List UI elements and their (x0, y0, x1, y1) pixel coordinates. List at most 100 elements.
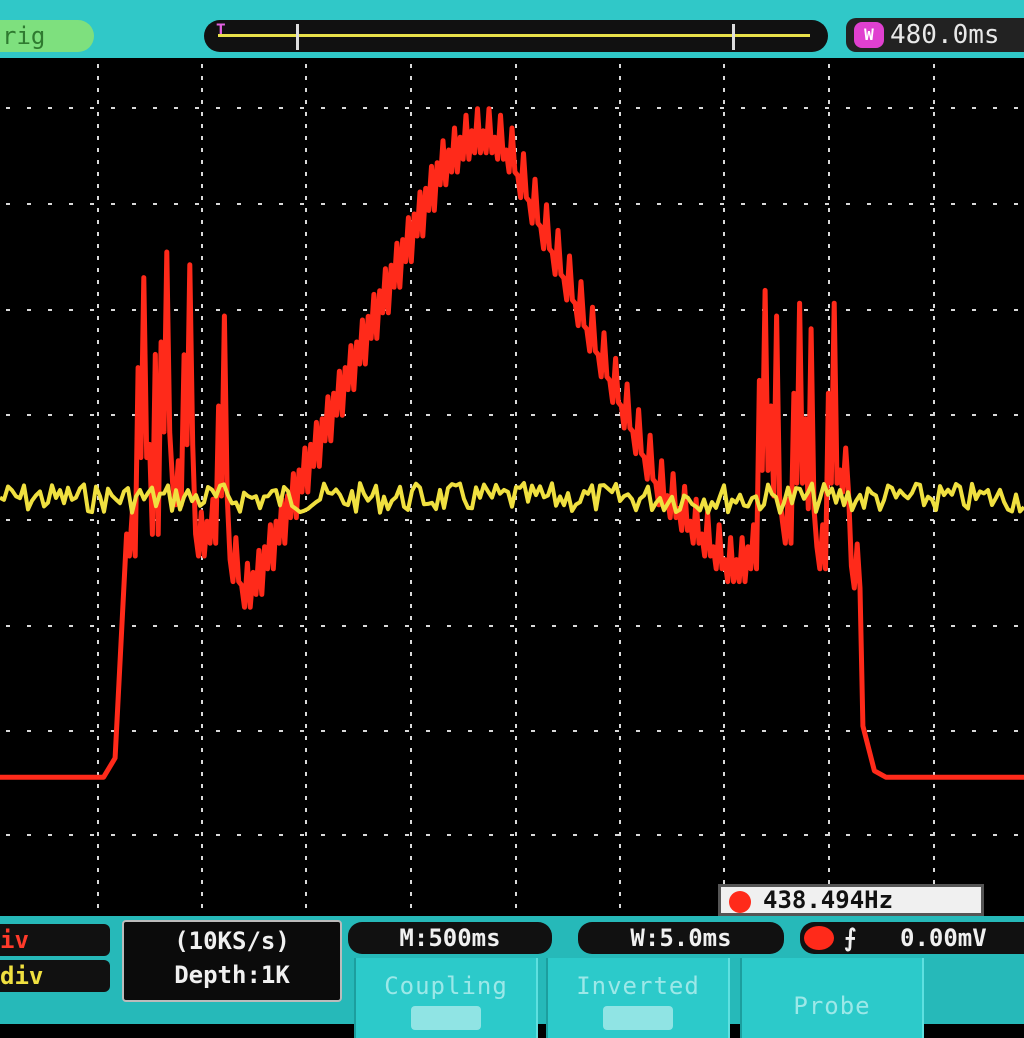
grid-dot (933, 472, 935, 476)
grid-dot (933, 784, 935, 788)
window-timebase[interactable]: W:5.0ms (578, 922, 784, 954)
grid-dot (405, 107, 409, 109)
grid-dot (619, 208, 621, 212)
grid-dot (909, 414, 913, 416)
grid-dot (69, 730, 73, 732)
grid-dot (97, 712, 99, 716)
grid-dot (720, 414, 724, 416)
grid-dot (201, 700, 203, 704)
trigger-settings[interactable]: ⨍ 0.00mV (800, 922, 1024, 954)
grid-dot (305, 544, 307, 548)
grid-dot (619, 196, 621, 200)
grid-dot (410, 112, 412, 116)
grid-dot (97, 64, 99, 68)
grid-dot (723, 280, 725, 284)
grid-dot (933, 808, 935, 812)
grid-dot (573, 203, 577, 205)
grid-dot (97, 184, 99, 188)
coupling-softkey[interactable]: Coupling (354, 958, 538, 1038)
grid-dot (619, 676, 621, 680)
grid-dot (741, 309, 745, 311)
probe-softkey[interactable]: Probe (740, 958, 924, 1038)
grid-dot (363, 203, 367, 205)
grid-dot (951, 730, 955, 732)
grid-dot (216, 834, 220, 836)
grid-dot (619, 448, 621, 452)
grid-dot (678, 834, 682, 836)
inverted-softkey[interactable]: Inverted (546, 958, 730, 1038)
grid-dot (762, 625, 766, 627)
grid-dot (933, 112, 935, 116)
grid-dot (933, 64, 935, 68)
grid-dot (619, 76, 621, 80)
grid-dot (933, 820, 935, 824)
grid-dot (972, 309, 976, 311)
grid-dot (723, 580, 725, 584)
acquisition-info: (10KS/s) Depth:1K (122, 920, 342, 1002)
grid-dot (201, 280, 203, 284)
grid-dot (720, 730, 724, 732)
grid-dot (552, 309, 556, 311)
grid-dot (305, 220, 307, 224)
grid-dot (783, 107, 787, 109)
grid-dot (201, 112, 203, 116)
grid-dot (723, 448, 725, 452)
grid-dot (132, 309, 136, 311)
grid-dot (97, 280, 99, 284)
grid-dot (619, 712, 621, 716)
grid-dot (933, 220, 935, 224)
grid-dot (515, 88, 517, 92)
rising-edge-icon: ⨍ (844, 924, 857, 952)
grid-dot (619, 760, 621, 764)
grid-dot (468, 107, 472, 109)
grid-dot (909, 203, 913, 205)
grid-dot (846, 625, 850, 627)
ch2-scale-label[interactable]: div (0, 960, 110, 992)
grid-dot (195, 414, 199, 416)
grid-dot (410, 64, 412, 68)
grid-dot (828, 748, 830, 752)
grid-dot (619, 820, 621, 824)
grid-dot (201, 568, 203, 572)
grid-dot (201, 616, 203, 620)
grid-dot (510, 414, 514, 416)
grid-dot (619, 772, 621, 776)
grid-dot (410, 640, 412, 644)
grid-dot (933, 688, 935, 692)
grid-dot (174, 107, 178, 109)
grid-dot (201, 760, 203, 764)
grid-dot (305, 172, 307, 176)
ch1-scale-label[interactable]: iv (0, 924, 110, 956)
grid-dot (930, 203, 934, 205)
grid-dot (619, 316, 621, 320)
grid-dot (6, 107, 10, 109)
grid-dot (741, 203, 745, 205)
memory-track-line (218, 34, 810, 37)
grid-dot (515, 292, 517, 296)
grid-dot (384, 834, 388, 836)
grid-dot (201, 496, 203, 500)
grid-dot (410, 772, 412, 776)
grid-dot (515, 208, 517, 212)
grid-dot (515, 520, 517, 524)
trigger-position-track[interactable]: T (204, 20, 828, 52)
grid-dot (305, 268, 307, 272)
main-timebase[interactable]: M:500ms (348, 922, 552, 954)
grid-dot (909, 730, 913, 732)
grid-dot (216, 730, 220, 732)
grid-dot (468, 730, 472, 732)
grid-dot (867, 309, 871, 311)
grid-dot (909, 519, 913, 521)
grid-dot (69, 414, 73, 416)
grid-dot (723, 592, 725, 596)
grid-dot (97, 880, 99, 884)
grid-dot (825, 203, 829, 205)
time-offset-box[interactable]: W 480.0ms (846, 18, 1024, 52)
grid-dot (201, 64, 203, 68)
grid-dot (619, 784, 621, 788)
grid-dot (410, 796, 412, 800)
trigger-status-badge: rig (0, 20, 94, 52)
grid-dot (723, 244, 725, 248)
grid-dot (305, 148, 307, 152)
grid-dot (933, 268, 935, 272)
